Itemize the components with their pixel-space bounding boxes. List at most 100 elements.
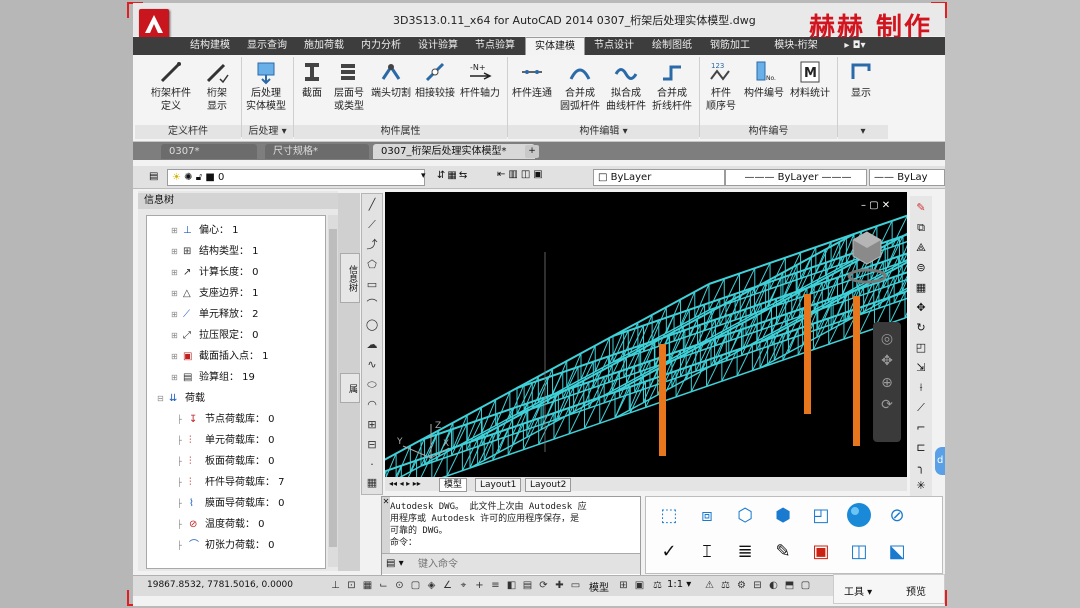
isolate-objects-icon[interactable]: ◐ [767, 579, 780, 592]
tree-expander-icon[interactable]: ⊞ [171, 220, 178, 241]
3d-object-snap-icon[interactable]: ◈ [425, 579, 438, 592]
polyline-icon[interactable]: ⤴ [365, 238, 379, 252]
checkmark-icon[interactable]: ✓ [654, 537, 684, 567]
model-viewport[interactable]: – ▢ ✕ ◎ ✥ ⊕ ⟳ Z Y X [385, 192, 907, 490]
stack-icon[interactable]: ≣ [730, 537, 760, 567]
group-label-member-edit[interactable]: 构件编辑 ▾ [508, 125, 699, 139]
construction-line-icon[interactable]: ⟋ [365, 218, 379, 232]
tree-item[interactable]: ⊞ ⊞ 结构类型： 1 [147, 241, 323, 262]
stretch-icon[interactable]: ⇲ [913, 360, 929, 376]
orbit-ring-icon[interactable]: ⊘ [882, 501, 912, 531]
tree-expander-icon[interactable]: ├ [177, 409, 182, 430]
hinge-connect-button[interactable]: 相接较接 [413, 59, 457, 123]
polar-tracking-icon[interactable]: ⊙ [393, 579, 406, 592]
tree-expander-icon[interactable]: ⊞ [171, 304, 178, 325]
tree-item[interactable]: ⊞ ↗ 计算长度： 0 [147, 262, 323, 283]
side-tab-info-tree[interactable]: 信息树 [340, 253, 360, 303]
layout-toggle-icon[interactable]: ▭ [569, 579, 582, 592]
group-label-postprocess[interactable]: 后处理 ▾ [242, 125, 293, 139]
tree-expander-icon[interactable]: ├ [177, 430, 182, 451]
tab-structure-model[interactable]: 结构建模 [183, 37, 237, 55]
tree-expander-icon[interactable]: ├ [177, 514, 182, 535]
layers-icon[interactable]: ◫ [844, 537, 874, 567]
ellipse-arc-icon[interactable]: ◠ [365, 398, 379, 412]
viewport-window-controls[interactable]: – ▢ ✕ [861, 200, 903, 212]
array-icon[interactable]: ▦ [913, 280, 929, 296]
tab-solid-model[interactable]: 实体建模 [525, 37, 585, 56]
tab-display-query[interactable]: 显示查询 [240, 37, 294, 55]
tree-scrollbar-thumb[interactable] [329, 229, 337, 547]
lock-ui-icon[interactable]: ⊟ [751, 579, 764, 592]
line-tool-icon[interactable]: ╱ [365, 198, 379, 212]
layer-dropdown[interactable]: ☀ ✺ 🔓︎ ■ 0 [167, 169, 425, 186]
arc-merge-button[interactable]: 合并成 圆弧杆件 [557, 59, 603, 123]
tab-overflow-button[interactable]: ▸ ◘▾ [835, 37, 875, 55]
material-stats-button[interactable]: M 材料统计 [787, 59, 833, 123]
tree-scrollbar[interactable] [328, 215, 338, 567]
auto-scale-icon[interactable]: ⚖ [719, 579, 732, 592]
tree-item[interactable]: ├ ↧ 节点荷载库： 0 [147, 409, 323, 430]
make-block-icon[interactable]: ⊟ [365, 438, 379, 452]
rectangle-icon[interactable]: ▭ [365, 278, 379, 292]
tree-expander-icon[interactable]: ⊞ [171, 262, 178, 283]
doc-tab-truss-solid-model[interactable]: 0307_桁架后处理实体模型* [373, 144, 535, 159]
copy-icon[interactable]: ⧉ [913, 220, 929, 236]
annotation-visibility-icon[interactable]: ⚠ [703, 579, 716, 592]
box-wire-icon[interactable]: ⧈ [692, 501, 722, 531]
mirror-icon[interactable]: ⟁ [913, 240, 929, 256]
member-connect-button[interactable]: 杆件连通 [509, 59, 555, 123]
layer-dropdown-arrow-icon[interactable]: ▾ [421, 171, 435, 183]
tree-item[interactable]: ⊞ ▤ 验算组： 19 [147, 367, 323, 388]
annotation-monitor-icon[interactable]: ✚ [553, 579, 566, 592]
side-tab-properties[interactable]: 属 [340, 373, 360, 403]
sphere-icon[interactable] [844, 501, 874, 531]
tree-item[interactable]: ⊞ ▣ 截面插入点： 1 [147, 346, 323, 367]
extend-icon[interactable]: ⟋ [913, 400, 929, 416]
linetype-dropdown[interactable]: ——— ByLayer ——— [725, 169, 867, 186]
tab-apply-load[interactable]: 施加荷载 [297, 37, 351, 55]
command-window-grip[interactable]: ✕ [382, 497, 390, 553]
polyline-merge-button[interactable]: 合并成 折线杆件 [649, 59, 695, 123]
point-icon[interactable]: · [365, 458, 379, 472]
transparency-icon[interactable]: ◧ [505, 579, 518, 592]
grid-display-icon[interactable]: ▦ [361, 579, 374, 592]
selection-cycling-icon[interactable]: ⟳ [537, 579, 550, 592]
object-snap-icon[interactable]: ▢ [409, 579, 422, 592]
dynamic-input-icon[interactable]: + [473, 579, 486, 592]
break-icon[interactable]: ⌐ [913, 420, 929, 436]
layout-tab-layout1[interactable]: Layout1 [475, 478, 522, 492]
tree-expander-icon[interactable]: ├ [177, 472, 182, 493]
tree-expander-icon[interactable]: ⊞ [171, 325, 178, 346]
tab-node-design[interactable]: 节点设计 [587, 37, 641, 55]
truss-display-button[interactable]: 桁架 显示 [195, 59, 239, 123]
rotate-icon[interactable]: ↻ [913, 320, 929, 336]
cube-icon[interactable]: ⬡ [730, 501, 760, 531]
autocad-logo-button[interactable] [139, 9, 169, 39]
tab-internal-force[interactable]: 内力分析 [354, 37, 408, 55]
tab-truss-module[interactable]: 模块-桁架 [761, 37, 831, 55]
scale-icon[interactable]: ◰ [913, 340, 929, 356]
fillet-icon[interactable]: ╮ [913, 460, 929, 476]
tree-item[interactable]: ⊞ ⤢ 拉压限定： 0 [147, 325, 323, 346]
group-label-display-expand[interactable]: ▾ [838, 125, 888, 139]
pen-icon[interactable]: ✎ [768, 537, 798, 567]
tree-item[interactable]: ├ ⌇ 膜面导荷载库： 0 [147, 493, 323, 514]
circle-icon[interactable]: ◯ [365, 318, 379, 332]
tab-design-check[interactable]: 设计验算 [411, 37, 465, 55]
layout-nav-arrows[interactable]: ◂◂ ◂ ▸ ▸▸ [389, 479, 421, 488]
tree-item[interactable]: ⊞ ⊥ 偏心： 1 [147, 220, 323, 241]
tree-item[interactable]: ⊟ ⇊ 荷载 [147, 388, 323, 409]
erase-icon[interactable]: ✎ [913, 200, 929, 216]
infer-constraints-icon[interactable]: ⊥ [329, 579, 342, 592]
insert-block-icon[interactable]: ⊞ [365, 418, 379, 432]
tools-menu-button[interactable]: 工具 ▾ [844, 583, 872, 598]
tree-item[interactable]: ├ ⫶ 单元荷载库： 0 [147, 430, 323, 451]
snap-mode-icon[interactable]: ⊡ [345, 579, 358, 592]
corner-icon[interactable]: ⬕ [882, 537, 912, 567]
tree-expander-icon[interactable]: ⊞ [171, 367, 178, 388]
tree-expander-icon[interactable]: ├ [177, 535, 182, 556]
lineweight-dropdown[interactable]: —— ByLay [869, 169, 945, 186]
trim-icon[interactable]: ⟊ [913, 380, 929, 396]
tree-item[interactable]: ├ ⫶ 板面荷载库： 0 [147, 451, 323, 472]
join-icon[interactable]: ⊏ [913, 440, 929, 456]
